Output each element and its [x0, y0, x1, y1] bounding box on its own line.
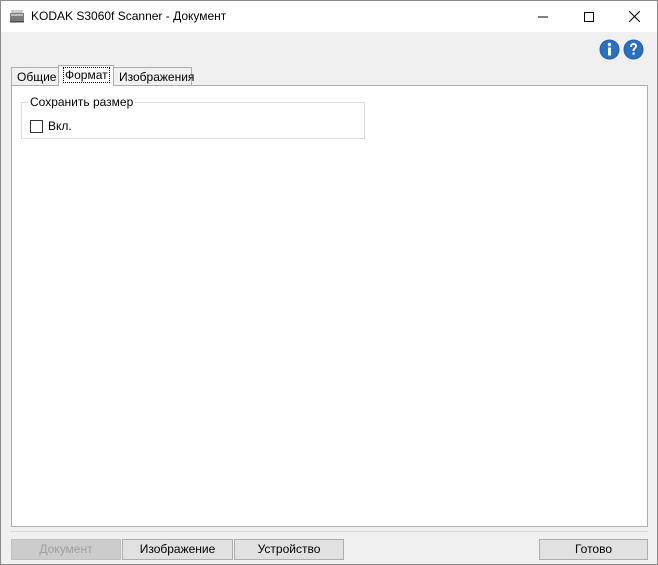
- tab-format[interactable]: Формат: [58, 65, 114, 86]
- close-icon: [628, 11, 640, 22]
- format-tab-panel: Сохранить размер Вкл.: [11, 85, 648, 527]
- keep-size-group-title: Сохранить размер: [28, 95, 136, 109]
- minimize-button[interactable]: [520, 1, 566, 32]
- tab-format-label: Формат: [63, 67, 110, 83]
- done-button[interactable]: Готово: [539, 539, 648, 560]
- tab-images[interactable]: Изображения: [113, 67, 195, 85]
- tab-general[interactable]: Общие: [11, 67, 59, 85]
- scanner-settings-window: KODAK S3060f Scanner - Документ Общие Фо…: [0, 0, 658, 565]
- scanner-icon: [10, 10, 24, 23]
- title-bar[interactable]: KODAK S3060f Scanner - Документ: [1, 1, 657, 32]
- document-button[interactable]: Документ: [11, 539, 121, 560]
- maximize-icon: [584, 11, 594, 22]
- window-title: KODAK S3060f Scanner - Документ: [31, 9, 227, 23]
- close-button[interactable]: [611, 1, 657, 32]
- info-icon[interactable]: [599, 39, 620, 60]
- minimize-icon: [538, 16, 548, 17]
- keep-size-checkbox[interactable]: [30, 120, 43, 133]
- tab-images-label: Изображения: [119, 70, 195, 84]
- keep-size-checkbox-label[interactable]: Вкл.: [48, 119, 72, 133]
- footer-separator: [11, 531, 648, 532]
- tab-general-label: Общие: [17, 70, 57, 84]
- maximize-button[interactable]: [566, 1, 612, 32]
- help-icon[interactable]: [623, 39, 644, 60]
- device-button[interactable]: Устройство: [234, 539, 344, 560]
- image-button[interactable]: Изображение: [122, 539, 233, 560]
- keep-size-group: Сохранить размер Вкл.: [21, 95, 365, 139]
